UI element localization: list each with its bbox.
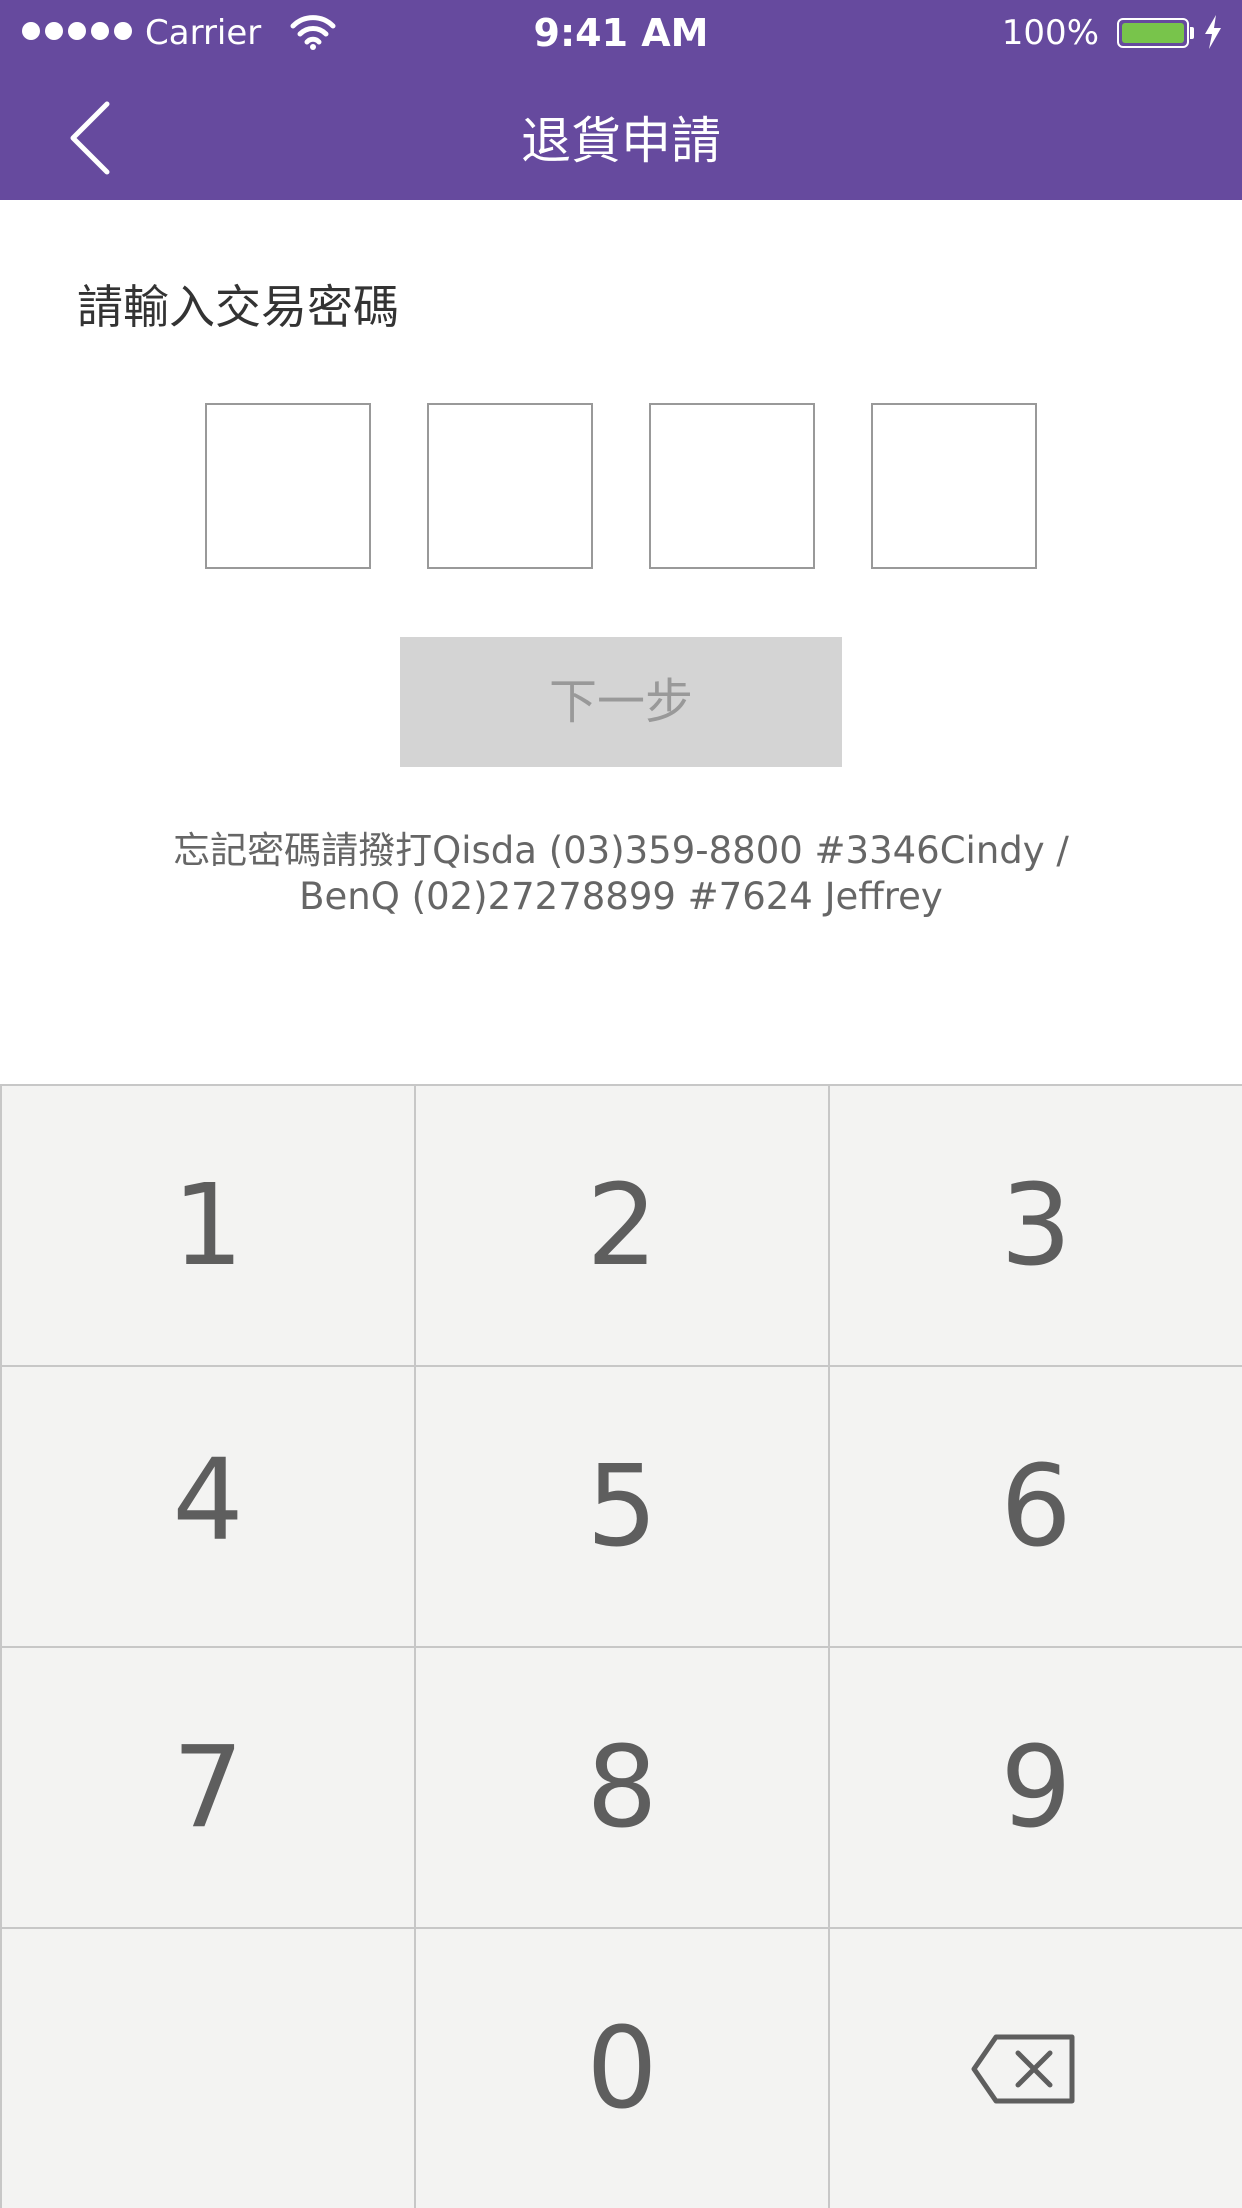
- key-8[interactable]: 8: [416, 1648, 830, 1929]
- key-1[interactable]: 1: [0, 1086, 416, 1367]
- nav-bar: 退貨申請: [0, 66, 1242, 200]
- key-3[interactable]: 3: [830, 1086, 1242, 1367]
- key-4[interactable]: 4: [0, 1367, 416, 1648]
- key-9[interactable]: 9: [830, 1648, 1242, 1929]
- key-label: 2: [586, 1161, 658, 1291]
- battery-nub: [1190, 27, 1194, 39]
- screen: Carrier 9:41 AM 100% 退貨申請 請輸入交易密碼 下一步 忘記…: [0, 0, 1242, 2208]
- key-2[interactable]: 2: [416, 1086, 830, 1367]
- key-label: 0: [586, 2004, 658, 2134]
- key-5[interactable]: 5: [416, 1367, 830, 1648]
- key-label: 8: [586, 1723, 658, 1853]
- battery-icon: [1117, 18, 1189, 48]
- charging-bolt-icon: [1205, 15, 1221, 49]
- key-label: 6: [1000, 1442, 1072, 1572]
- key-label: 4: [172, 1436, 244, 1566]
- key-label: 7: [172, 1723, 244, 1853]
- pin-digit-box-2[interactable]: [427, 403, 593, 569]
- chevron-left-icon: [70, 101, 110, 175]
- key-label: 1: [172, 1161, 244, 1291]
- pin-digit-box-3[interactable]: [649, 403, 815, 569]
- key-label: 3: [1000, 1161, 1072, 1291]
- page-title: 退貨申請: [521, 112, 721, 170]
- pin-digit-box-1[interactable]: [205, 403, 371, 569]
- header: Carrier 9:41 AM 100% 退貨申請: [0, 0, 1242, 200]
- numeric-keypad: 1 2 3 4 5 6 7 8 9 0: [0, 1084, 1242, 2208]
- key-blank: [0, 1929, 416, 2208]
- status-bar: Carrier 9:41 AM 100%: [0, 0, 1242, 66]
- key-label: [2, 1929, 414, 2208]
- back-button[interactable]: [55, 96, 125, 176]
- battery-percent: 100%: [1001, 13, 1099, 53]
- backspace-key[interactable]: [830, 1929, 1242, 2208]
- key-label: 9: [1000, 1723, 1072, 1853]
- key-6[interactable]: 6: [830, 1367, 1242, 1648]
- key-label: 5: [586, 1442, 658, 1572]
- next-button[interactable]: 下一步: [400, 637, 842, 767]
- pin-prompt: 請輸入交易密碼: [77, 280, 399, 334]
- help-line-1: 忘記密碼請撥打Qisda (03)359-8800 #3346Cindy /: [173, 829, 1069, 872]
- battery-fill: [1122, 23, 1184, 43]
- help-line-2: BenQ (02)27278899 #7624 Jeffrey: [299, 875, 943, 918]
- key-0[interactable]: 0: [416, 1929, 830, 2208]
- backspace-icon: [971, 2034, 1075, 2104]
- forgot-password-help: 忘記密碼請撥打Qisda (03)359-8800 #3346Cindy / B…: [100, 828, 1142, 920]
- key-7[interactable]: 7: [0, 1648, 416, 1929]
- pin-digit-box-4[interactable]: [871, 403, 1037, 569]
